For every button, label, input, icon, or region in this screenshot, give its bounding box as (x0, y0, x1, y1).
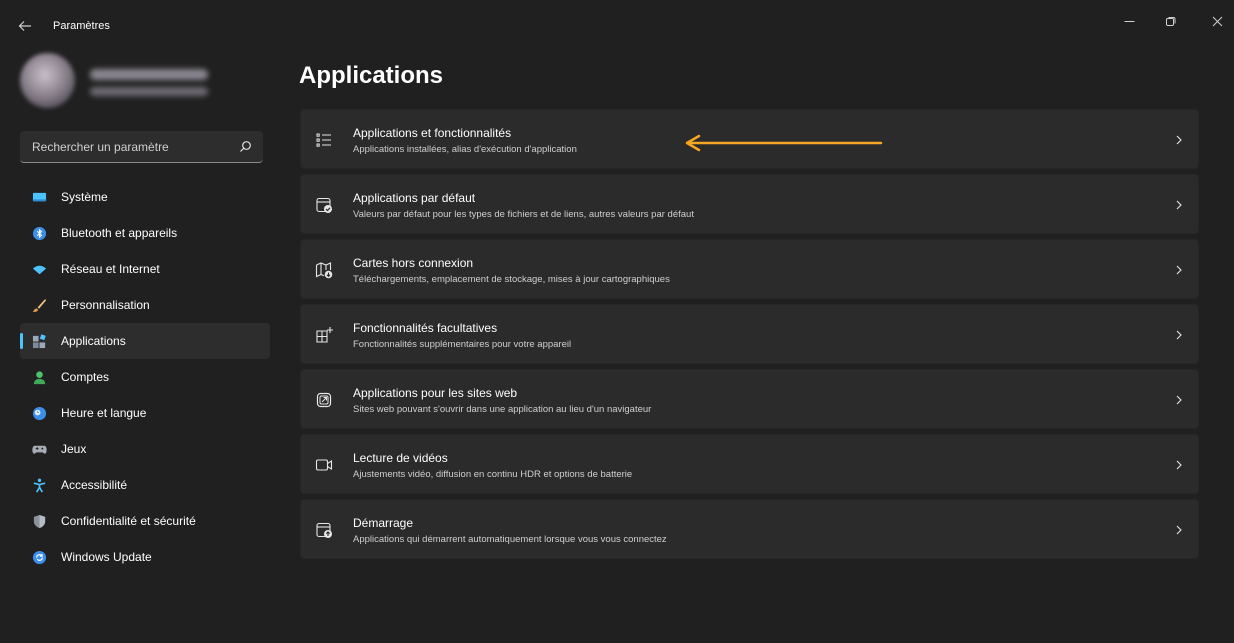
search-input[interactable] (20, 131, 230, 162)
sidebar-item-label: Système (61, 190, 108, 204)
accessibility-icon (31, 477, 47, 493)
app-title: Paramètres (53, 20, 110, 32)
default-apps-icon (315, 196, 333, 214)
active-indicator (20, 333, 23, 349)
sidebar-item-label: Réseau et Internet (61, 262, 160, 276)
minimize-button[interactable] (1109, 6, 1149, 36)
card-description: Téléchargements, emplacement de stockage… (353, 274, 670, 285)
update-icon (31, 549, 47, 565)
sidebar-item-systeme[interactable]: Système (20, 179, 270, 215)
grid-add-icon (315, 326, 333, 344)
settings-card-list: Applications et fonctionnalités Applicat… (300, 109, 1199, 564)
card-applications-sites-web[interactable]: Applications pour les sites web Sites we… (300, 369, 1199, 429)
startup-icon (315, 521, 333, 539)
sidebar-item-reseau[interactable]: Réseau et Internet (20, 251, 270, 287)
user-name-blurred (90, 69, 208, 80)
card-description: Valeurs par défaut pour les types de fic… (353, 209, 694, 220)
sidebar-item-comptes[interactable]: Comptes (20, 359, 270, 395)
chevron-right-icon (1173, 523, 1185, 535)
chevron-right-icon (1173, 328, 1185, 340)
back-button[interactable] (15, 16, 35, 36)
card-title: Fonctionnalités facultatives (353, 321, 498, 335)
chevron-right-icon (1173, 263, 1185, 275)
person-icon (31, 369, 47, 385)
sidebar-item-label: Bluetooth et appareils (61, 226, 178, 240)
sidebar-item-label: Comptes (61, 370, 110, 384)
minimize-icon (1124, 20, 1134, 22)
card-description: Sites web pouvant s'ouvrir dans une appl… (353, 404, 652, 415)
chevron-right-icon (1173, 198, 1185, 210)
sidebar-item-label: Windows Update (61, 550, 152, 564)
map-icon (315, 261, 333, 279)
card-title: Cartes hors connexion (353, 256, 474, 270)
chevron-right-icon (1173, 458, 1185, 470)
sidebar-item-jeux[interactable]: Jeux (20, 431, 270, 467)
user-profile[interactable] (20, 51, 270, 111)
shield-icon (31, 513, 47, 529)
restore-icon (1165, 16, 1175, 26)
card-title: Lecture de vidéos (353, 451, 448, 465)
card-description: Ajustements vidéo, diffusion en continu … (353, 469, 633, 480)
card-title: Applications par défaut (353, 191, 476, 205)
monitor-icon (31, 189, 47, 205)
title-bar: Paramètres (7, 6, 1234, 46)
card-title: Démarrage (353, 516, 414, 530)
video-icon (315, 456, 333, 474)
card-description: Applications installées, alias d'exécuti… (353, 144, 577, 155)
sidebar-item-label: Personnalisation (61, 298, 150, 312)
sidebar-item-personnalisation[interactable]: Personnalisation (20, 287, 270, 323)
card-demarrage[interactable]: Démarrage Applications qui démarrent aut… (300, 499, 1199, 559)
arrow-left-icon (18, 21, 31, 31)
page-title: Applications (299, 62, 444, 89)
apps-icon (31, 333, 47, 349)
search-icon[interactable] (239, 140, 252, 153)
card-applications-par-defaut[interactable]: Applications par défaut Valeurs par défa… (300, 174, 1199, 234)
wifi-icon (31, 261, 47, 277)
card-fonctionnalites-facultatives[interactable]: Fonctionnalités facultatives Fonctionnal… (300, 304, 1199, 364)
annotation-arrow-icon (685, 134, 883, 152)
close-button[interactable] (1197, 6, 1234, 36)
card-lecture-videos[interactable]: Lecture de vidéos Ajustements vidéo, dif… (300, 434, 1199, 494)
sidebar-item-label: Confidentialité et sécurité (61, 514, 196, 528)
open-external-icon (315, 391, 333, 409)
card-cartes-hors-connexion[interactable]: Cartes hors connexion Téléchargements, e… (300, 239, 1199, 299)
gamepad-icon (31, 441, 47, 457)
sidebar-item-windows-update[interactable]: Windows Update (20, 539, 270, 575)
close-icon (1212, 16, 1222, 26)
brush-icon (31, 297, 47, 313)
sidebar-item-heure-langue[interactable]: Heure et langue (20, 395, 270, 431)
card-description: Fonctionnalités supplémentaires pour vot… (353, 339, 572, 350)
sidebar-item-accessibilite[interactable]: Accessibilité (20, 467, 270, 503)
sidebar-item-applications[interactable]: Applications (20, 323, 270, 359)
sidebar-item-label: Heure et langue (61, 406, 147, 420)
sidebar-nav: Système Bluetooth et appareils Réseau et… (20, 179, 270, 575)
search-box (20, 131, 263, 163)
sidebar-item-label: Accessibilité (61, 478, 128, 492)
user-email-blurred (90, 87, 208, 96)
card-title: Applications et fonctionnalités (353, 126, 512, 140)
avatar (20, 53, 75, 108)
clock-globe-icon (31, 405, 47, 421)
bluetooth-icon (31, 225, 47, 241)
sidebar-item-label: Applications (61, 334, 126, 348)
maximize-button[interactable] (1150, 6, 1190, 36)
sidebar-item-bluetooth[interactable]: Bluetooth et appareils (20, 215, 270, 251)
sidebar-item-confidentialite[interactable]: Confidentialité et sécurité (20, 503, 270, 539)
settings-window: Paramètres Système Bl (7, 6, 1234, 643)
sidebar-item-label: Jeux (61, 442, 87, 456)
card-title: Applications pour les sites web (353, 386, 518, 400)
chevron-right-icon (1173, 133, 1185, 145)
list-icon (315, 131, 333, 149)
chevron-right-icon (1173, 393, 1185, 405)
card-description: Applications qui démarrent automatiqueme… (353, 534, 667, 545)
